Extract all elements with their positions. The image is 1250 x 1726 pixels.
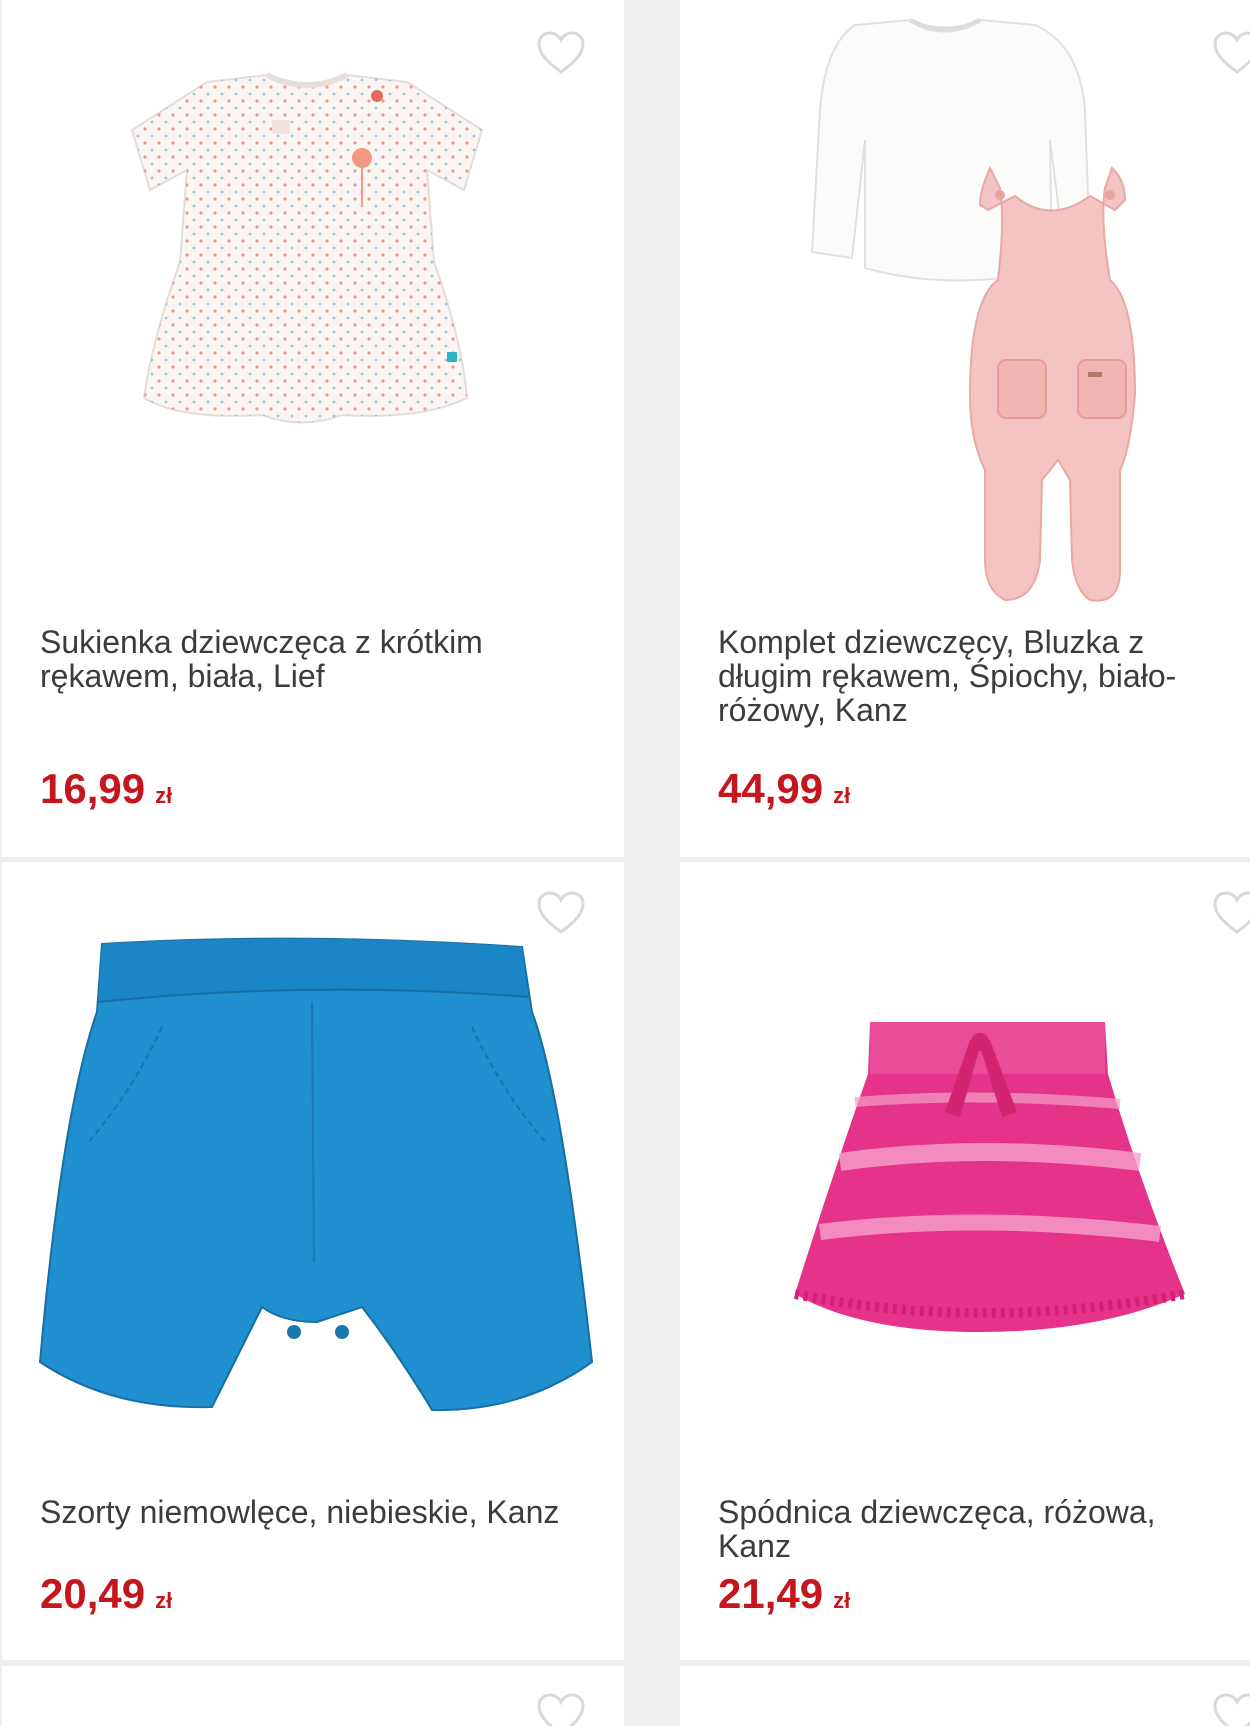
product-price: 20,49 zł — [40, 1570, 172, 1618]
product-card[interactable]: Sukienka dziewczęca z krótkim rękawem, b… — [2, 0, 624, 857]
product-title[interactable]: Szorty niemowlęce, niebieskie, Kanz — [40, 1495, 584, 1529]
product-card[interactable]: Spódnica dziewczęca, różowa, Kanz 21,49 z… — [680, 862, 1250, 1660]
price-currency: zł — [155, 1588, 173, 1613]
product-card[interactable]: Szorty niemowlęce, niebieskie, Kanz 20,4… — [2, 862, 624, 1660]
price-value: 20,49 — [40, 1570, 146, 1617]
product-price: 21,49 zł — [718, 1570, 850, 1618]
product-title[interactable]: Sukienka dziewczęca z krótkim rękawem, b… — [40, 625, 584, 693]
product-card[interactable] — [680, 1666, 1250, 1726]
price-value: 16,99 — [40, 765, 146, 812]
product-image-dress[interactable] — [2, 0, 624, 560]
product-price: 44,99 zł — [718, 765, 850, 813]
product-image-skirt[interactable] — [680, 862, 1250, 1422]
price-currency: zł — [833, 1588, 851, 1613]
price-value: 21,49 — [718, 1570, 824, 1617]
product-image-shorts[interactable] — [2, 862, 624, 1422]
product-card[interactable] — [2, 1666, 624, 1726]
product-image-set[interactable] — [680, 0, 1250, 620]
price-value: 44,99 — [718, 765, 824, 812]
product-card[interactable]: Komplet dziewczęcy, Bluzka z długim ręka… — [680, 0, 1250, 857]
price-currency: zł — [155, 783, 173, 808]
product-grid: Sukienka dziewczęca z krótkim rękawem, b… — [0, 0, 1250, 1726]
product-title[interactable]: Komplet dziewczęcy, Bluzka z długim ręka… — [718, 625, 1210, 727]
product-title[interactable]: Spódnica dziewczęca, różowa, Kanz — [718, 1495, 1210, 1563]
product-price: 16,99 zł — [40, 765, 172, 813]
price-currency: zł — [833, 783, 851, 808]
